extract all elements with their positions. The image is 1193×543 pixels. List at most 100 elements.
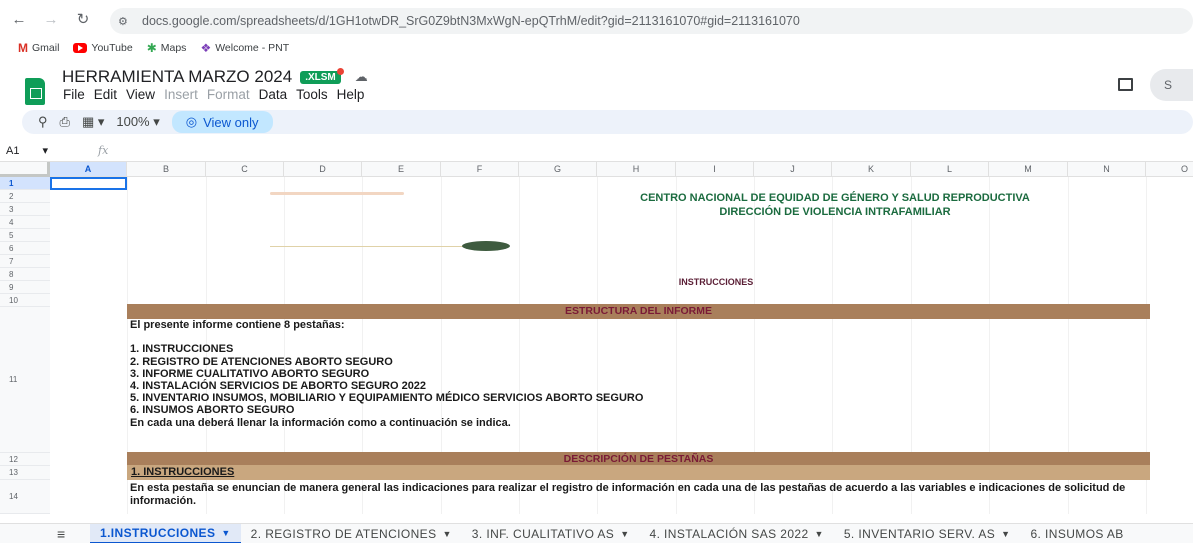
column-header[interactable]: H (597, 162, 676, 177)
file-format-badge: .XLSM (300, 67, 344, 84)
selected-cell-a1[interactable] (50, 177, 127, 190)
site-settings-icon[interactable]: ⚙ (118, 15, 136, 28)
menu-format[interactable]: Format (207, 87, 250, 102)
column-header[interactable]: D (284, 162, 362, 177)
eye-icon: ◎ (185, 114, 198, 129)
chevron-down-icon[interactable]: ▼ (815, 529, 824, 539)
cloud-status-icon[interactable]: ☁ (355, 69, 368, 85)
chevron-down-icon[interactable]: ▼ (221, 528, 230, 538)
chevron-down-icon[interactable]: ▼ (442, 529, 451, 539)
sheet-tab-label: 3. INF. CUALITATIVO AS (471, 526, 615, 541)
sheet-tab-label: 4. INSTALACIÓN SAS 2022 (649, 526, 809, 541)
row-header[interactable]: 7 (0, 255, 50, 268)
youtube-icon (73, 43, 88, 53)
menu-data[interactable]: Data (259, 87, 288, 102)
column-header[interactable]: I (676, 162, 754, 177)
row-header[interactable]: 5 (0, 229, 50, 242)
sheet-title-line1: CENTRO NACIONAL DE EQUIDAD DE GÉNERO Y S… (640, 192, 1030, 204)
sheet-tab-bar: ≡ 1.INSTRUCCIONES ▼ 2. REGISTRO DE ATENC… (0, 523, 1193, 543)
bookmark-label: Gmail (32, 42, 60, 54)
bookmark-youtube[interactable]: YouTube (73, 42, 133, 54)
view-only-button[interactable]: ◎ View only (171, 111, 273, 133)
zoom-select[interactable]: 100% ▾ (116, 114, 159, 130)
comments-icon[interactable] (1118, 78, 1133, 91)
row-header[interactable]: 11 (0, 307, 50, 453)
column-header[interactable]: O (1146, 162, 1193, 177)
sheet-tab-label: 1.INSTRUCCIONES (100, 525, 216, 540)
column-header[interactable]: K (832, 162, 911, 177)
row-header[interactable]: 10 (0, 294, 50, 307)
row-header[interactable]: 3 (0, 203, 50, 216)
fx-icon: fx (98, 144, 109, 157)
column-header[interactable]: J (754, 162, 832, 177)
bookmark-gmail[interactable]: M Gmail (18, 41, 59, 55)
sheet-tab[interactable]: 3. INF. CUALITATIVO AS ▼ (462, 527, 640, 541)
formula-bar: A1 ▾ fx (0, 140, 1193, 162)
section-instrucciones-body: En esta pestaña se enuncian de manera ge… (130, 482, 1126, 507)
row-header[interactable]: 14 (0, 480, 50, 514)
bookmark-label: YouTube (91, 42, 133, 54)
column-header[interactable]: A (50, 162, 127, 177)
name-box[interactable]: A1 ▾ (0, 144, 60, 157)
column-header[interactable]: E (362, 162, 441, 177)
row-header[interactable]: 12 (0, 453, 50, 466)
sheet-tab-label: 5. INVENTARIO SERV. AS (843, 526, 996, 541)
seal-logo-image (462, 241, 510, 251)
estructura-body: El presente informe contiene 8 pestañas:… (130, 319, 644, 429)
menu-help[interactable]: Help (337, 87, 365, 102)
pnt-icon: ❖ (200, 41, 212, 55)
row-header[interactable]: 8 (0, 268, 50, 281)
print-icon[interactable]: ⎙ (60, 114, 70, 130)
menu-tools[interactable]: Tools (296, 87, 328, 102)
menu-bar: File Edit View Insert Format Data Tools … (63, 87, 364, 102)
sheet-title-line2: DIRECCIÓN DE VIOLENCIA INTRAFAMILIAR (719, 206, 951, 218)
column-header[interactable]: L (911, 162, 989, 177)
gmail-icon: M (18, 41, 28, 55)
address-bar[interactable]: ⚙ docs.google.com/spreadsheets/d/1GH1otw… (110, 8, 1193, 34)
paint-format-icon[interactable]: ▦ ▾ (82, 114, 104, 130)
forward-icon[interactable]: → (40, 11, 62, 28)
reload-icon[interactable]: ↻ (72, 10, 94, 28)
sheet-tab[interactable]: 2. REGISTRO DE ATENCIONES ▼ (241, 527, 462, 541)
sheet-tab[interactable]: 6. INSUMOS AB (1020, 527, 1133, 541)
row-header[interactable]: 13 (0, 466, 50, 480)
row-header[interactable]: 9 (0, 281, 50, 294)
all-sheets-menu-icon[interactable]: ≡ (0, 526, 90, 542)
spreadsheet-grid[interactable]: A B C D E F G H I J K L M N O 1 2 3 4 5 … (0, 162, 1193, 514)
row-header[interactable]: 6 (0, 242, 50, 255)
chevron-down-icon[interactable]: ▼ (1001, 529, 1010, 539)
bookmarks-bar: M Gmail YouTube ✱ Maps ❖ Welcome - PNT (0, 38, 289, 58)
cell-reference: A1 (6, 145, 20, 157)
sheet-tab[interactable]: 1.INSTRUCCIONES ▼ (90, 523, 241, 543)
column-header[interactable]: M (989, 162, 1068, 177)
back-icon[interactable]: ← (8, 11, 30, 28)
menu-file[interactable]: File (63, 87, 85, 102)
section-instrucciones-header: 1. INSTRUCCIONES (127, 465, 1150, 480)
search-icon[interactable]: ⚲ (38, 114, 48, 130)
logo-divider (270, 246, 478, 247)
menu-insert[interactable]: Insert (164, 87, 198, 102)
document-title[interactable]: HERRAMIENTA MARZO 2024 (62, 67, 292, 87)
sheet-tab[interactable]: 4. INSTALACIÓN SAS 2022 ▼ (640, 527, 834, 541)
menu-edit[interactable]: Edit (94, 87, 117, 102)
row-header[interactable]: 4 (0, 216, 50, 229)
column-header[interactable]: F (441, 162, 519, 177)
bookmark-maps[interactable]: ✱ Maps (147, 41, 187, 55)
row-header[interactable]: 1 (0, 177, 50, 190)
instructions-title: INSTRUCCIONES (678, 277, 754, 287)
estructura-header: ESTRUCTURA DEL INFORME (127, 304, 1150, 319)
column-header[interactable]: B (127, 162, 206, 177)
column-header[interactable]: N (1068, 162, 1146, 177)
sheets-logo-icon[interactable] (25, 78, 45, 105)
menu-view[interactable]: View (126, 87, 155, 102)
chevron-down-icon[interactable]: ▼ (620, 529, 629, 539)
column-header[interactable]: G (519, 162, 597, 177)
maps-icon: ✱ (146, 41, 157, 55)
view-only-label: View only (203, 114, 259, 130)
column-header[interactable]: C (206, 162, 284, 177)
share-button[interactable]: S (1150, 69, 1193, 101)
row-header[interactable]: 2 (0, 190, 50, 203)
sheet-tab[interactable]: 5. INVENTARIO SERV. AS ▼ (834, 527, 1021, 541)
select-all-corner[interactable] (0, 162, 50, 177)
bookmark-pnt[interactable]: ❖ Welcome - PNT (200, 41, 289, 55)
